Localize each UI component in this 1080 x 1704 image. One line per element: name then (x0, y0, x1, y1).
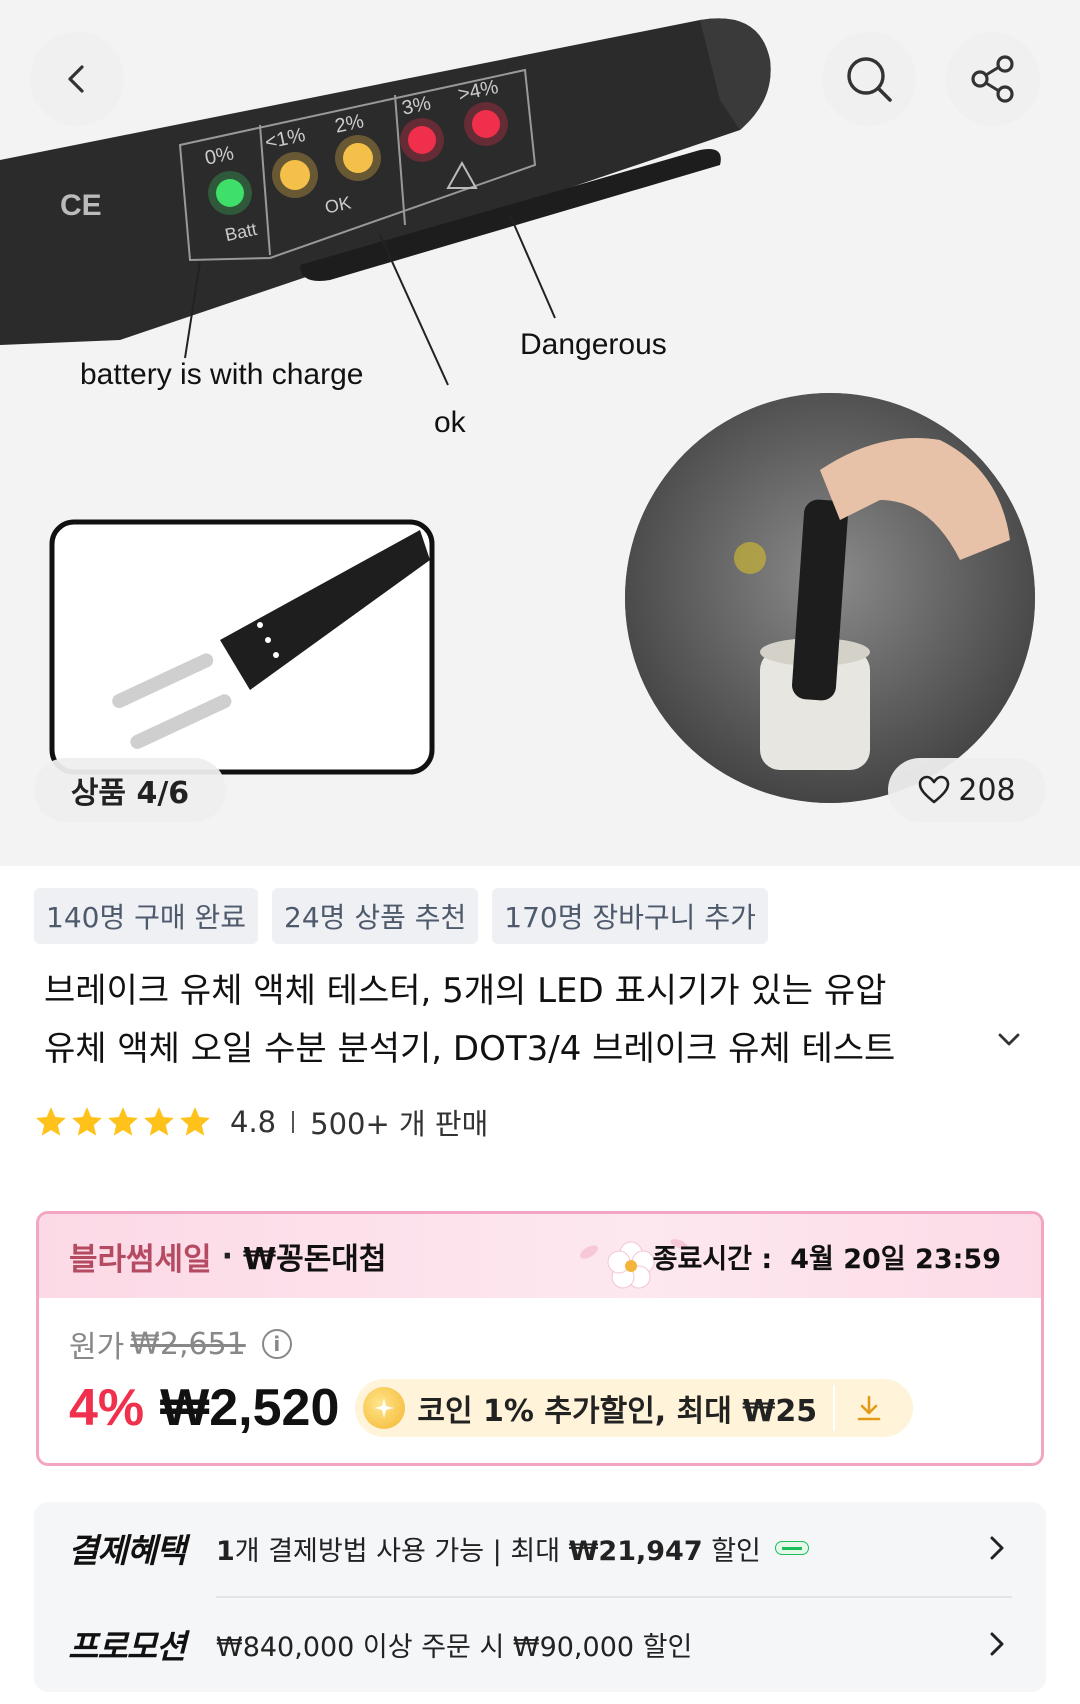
benefits-panel: 결제혜택 1개 결제방법 사용 가능 | 최대 ₩21,947 할인 프로모션 … (34, 1502, 1046, 1692)
chevron-down-icon[interactable] (996, 1026, 1022, 1052)
rating-score: 4.8 (230, 1105, 277, 1139)
like-button[interactable]: 208 (888, 758, 1046, 822)
search-button[interactable] (822, 32, 916, 126)
coin-discount-button[interactable]: 코인 1% 추가할인, 최대 ₩25 (355, 1379, 914, 1437)
payment-benefit-label: 결제혜택 (68, 1531, 186, 1570)
product-image: CE (0, 0, 1080, 866)
star-icon (180, 1107, 210, 1136)
original-price: ₩2,651 (130, 1326, 246, 1362)
star-icon (108, 1107, 138, 1136)
search-icon (847, 57, 892, 102)
original-price-label: 원가 (69, 1330, 125, 1365)
star-icon (144, 1107, 174, 1136)
sale-end-label: 종료시간 : (652, 1243, 773, 1275)
payment-benefit-text: 1개 결제방법 사용 가능 | 최대 ₩21,947 할인 (216, 1535, 761, 1567)
heart-icon (919, 775, 950, 804)
info-icon[interactable]: i (261, 1329, 292, 1359)
dangerous-annotation: Dangerous (520, 328, 667, 361)
product-title-line-2: 유체 액체 오일 수분 분석기, DOT3/4 브레이크 유체 테스트 (44, 1029, 896, 1069)
battery-annotation: battery is with charge (80, 358, 364, 391)
sale-dot: · (221, 1238, 234, 1274)
sold-count: 500+ 개 판매 (310, 1107, 489, 1141)
original-price-row: 원가 ₩2,651 i (69, 1322, 292, 1366)
payment-benefit-row[interactable]: 결제혜택 1개 결제방법 사용 가능 | 최대 ₩21,947 할인 (34, 1502, 1046, 1594)
sale-end-value: 4월 20일 23:59 (790, 1243, 1001, 1275)
sale-event-sub: ₩꽁돈대첩 (243, 1242, 387, 1277)
promotion-label: 프로모션 (68, 1627, 186, 1666)
promotion-row[interactable]: 프로모션 ₩840,000 이상 주문 시 ₩90,000 할인 (34, 1598, 1046, 1690)
social-proof-tags: 140명 구매 완료 24명 상품 추천 170명 장바구니 추가 (34, 888, 768, 944)
price-row: 4% ₩2,520 코인 1% 추가할인, 최대 ₩25 (69, 1378, 914, 1438)
cart-count-tag: 170명 장바구니 추가 (492, 888, 768, 944)
coin-icon (363, 1387, 406, 1429)
star-icon (36, 1107, 66, 1136)
product-title[interactable]: 브레이크 유체 액체 테스터, 5개의 LED 표시기가 있는 유압 유체 액체… (44, 962, 1034, 1078)
discount-percent: 4% (69, 1379, 145, 1437)
share-button[interactable] (946, 32, 1040, 126)
download-icon[interactable] (833, 1385, 903, 1431)
product-image-carousel[interactable]: CE battery is with charge Dangerous ok 0… (0, 0, 1080, 866)
sale-event-name: 블라썸세일 (69, 1241, 212, 1278)
share-icon (971, 55, 1014, 103)
purchase-count-tag: 140명 구매 완료 (34, 888, 259, 944)
sale-price: ₩2,520 (160, 1379, 340, 1437)
sale-end-time: 종료시간 : 4월 20일 23:59 (653, 1214, 1001, 1298)
svg-text:CE: CE (60, 189, 102, 222)
sale-price-box: 블라썸세일 · ₩꽁돈대첩 종료시간 : 4월 20일 23:59 원가 ₩2,… (36, 1211, 1044, 1466)
sale-header: 블라썸세일 · ₩꽁돈대첩 종료시간 : 4월 20일 23:59 (39, 1214, 1041, 1298)
star-icon (72, 1107, 102, 1136)
recommend-count-tag: 24명 상품 추천 (272, 888, 479, 944)
ok-annotation: ok (434, 406, 466, 439)
coin-discount-text: 코인 1% 추가할인, 최대 ₩25 (417, 1394, 818, 1429)
chevron-left-icon (68, 65, 84, 93)
chevron-right-icon (990, 1536, 1004, 1560)
image-counter: 상품 4/6 (34, 758, 226, 822)
product-title-line-1: 브레이크 유체 액체 테스터, 5개의 LED 표시기가 있는 유압 (44, 971, 887, 1011)
divider (292, 1111, 295, 1133)
star-rating (34, 1105, 212, 1139)
chevron-right-icon (990, 1632, 1004, 1656)
pay-badge-icon (774, 1541, 809, 1555)
back-button[interactable] (30, 32, 124, 126)
rating-row[interactable]: 4.8 500+ 개 판매 (34, 1100, 488, 1144)
promotion-text: ₩840,000 이상 주문 시 ₩90,000 할인 (216, 1631, 693, 1663)
like-count: 208 (958, 772, 1016, 808)
